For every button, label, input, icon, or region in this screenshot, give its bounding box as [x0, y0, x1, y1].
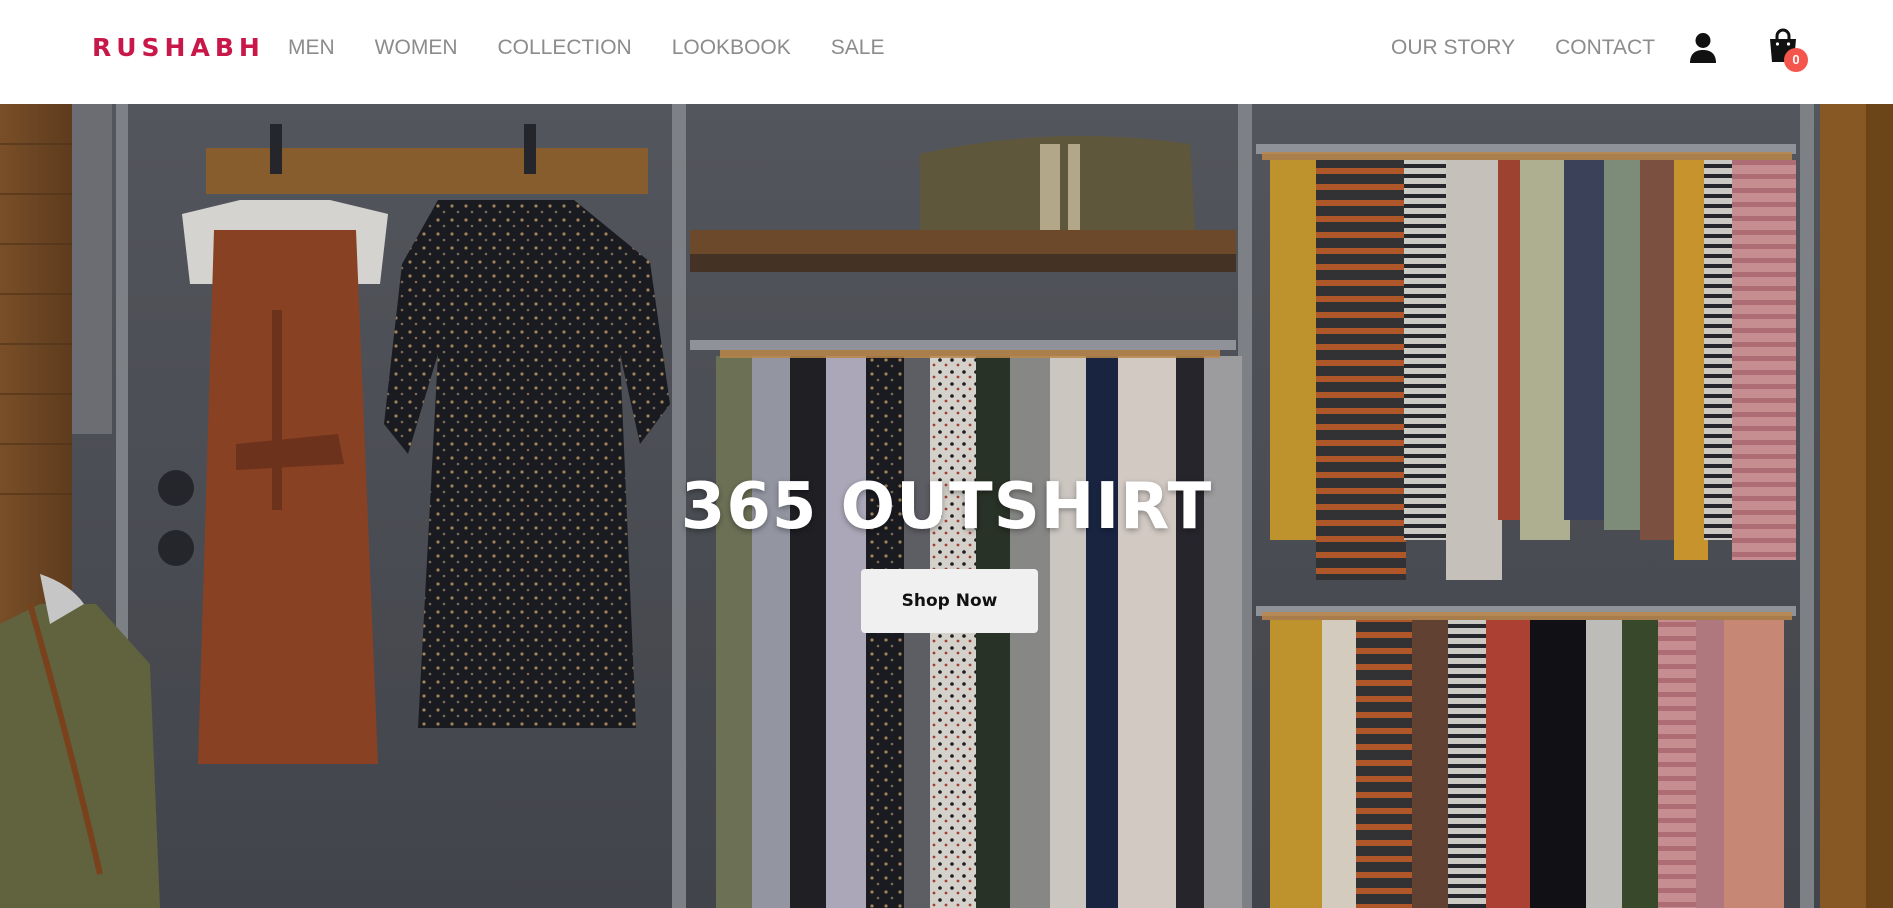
secondary-nav: OUR STORY CONTACT: [1391, 35, 1655, 61]
cart-button[interactable]: 0: [1767, 28, 1811, 74]
user-icon[interactable]: [1689, 32, 1717, 64]
nav-link-contact[interactable]: CONTACT: [1555, 35, 1655, 61]
nav-link-lookbook[interactable]: LOOKBOOK: [672, 35, 791, 61]
shop-now-button[interactable]: Shop Now: [861, 569, 1038, 633]
nav-link-sale[interactable]: SALE: [831, 35, 885, 61]
hero-banner: 365 OUTSHIRT Shop Now: [0, 104, 1893, 908]
hero-title: 365 OUTSHIRT: [680, 470, 1213, 544]
brand-logo[interactable]: RUSHABH: [92, 30, 265, 66]
cart-count-badge: 0: [1784, 48, 1808, 72]
nav-link-men[interactable]: MEN: [288, 35, 335, 61]
nav-link-collection[interactable]: COLLECTION: [498, 35, 632, 61]
nav-link-our-story[interactable]: OUR STORY: [1391, 35, 1515, 61]
site-header: RUSHABH MEN WOMEN COLLECTION LOOKBOOK SA…: [0, 0, 1893, 104]
nav-link-women[interactable]: WOMEN: [375, 35, 458, 61]
primary-nav: MEN WOMEN COLLECTION LOOKBOOK SALE: [288, 35, 884, 61]
